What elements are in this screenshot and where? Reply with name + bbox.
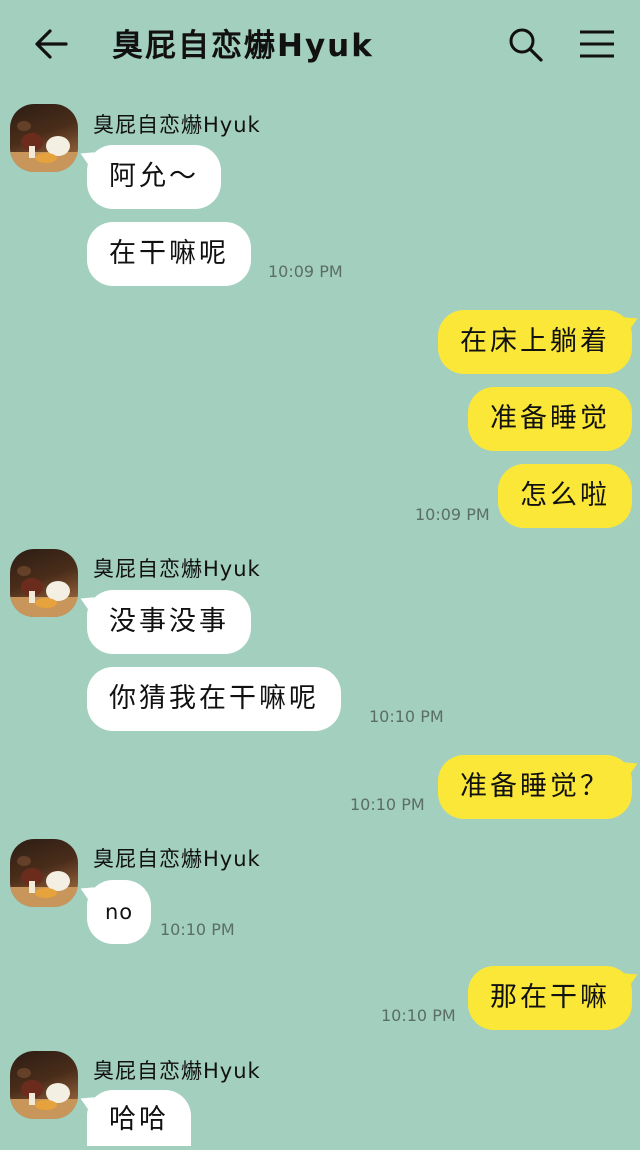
avatar[interactable] — [10, 839, 78, 907]
message-time: 10:09 PM — [268, 262, 343, 281]
chat-header: 臭屁自恋爀Hyuk — [0, 0, 640, 88]
menu-icon[interactable] — [576, 26, 618, 62]
message-time: 10:10 PM — [350, 795, 425, 814]
message-time: 10:09 PM — [415, 505, 490, 524]
message-bubble[interactable]: 你猜我在干嘛呢 — [87, 667, 341, 731]
sender-name: 臭屁自恋爀Hyuk — [93, 847, 261, 871]
sender-name: 臭屁自恋爀Hyuk — [93, 1059, 261, 1083]
avatar[interactable] — [10, 549, 78, 617]
sender-name: 臭屁自恋爀Hyuk — [93, 113, 261, 137]
message-bubble[interactable]: 哈哈 — [87, 1090, 191, 1146]
avatar[interactable] — [10, 1051, 78, 1119]
chat-title: 臭屁自恋爀Hyuk — [112, 28, 374, 64]
message-bubble[interactable]: 准备睡觉 — [468, 387, 632, 451]
message-bubble[interactable]: no — [87, 880, 152, 944]
message-time: 10:10 PM — [381, 1006, 456, 1025]
message-bubble[interactable]: 阿允～ — [87, 145, 221, 209]
message-bubble[interactable]: 在干嘛呢 — [87, 222, 251, 286]
message-bubble[interactable]: 没事没事 — [87, 590, 251, 654]
avatar[interactable] — [10, 104, 78, 172]
message-bubble[interactable]: 准备睡觉？ — [438, 755, 632, 819]
sender-name: 臭屁自恋爀Hyuk — [93, 557, 261, 581]
message-bubble[interactable]: 怎么啦 — [498, 464, 632, 528]
back-arrow-icon[interactable] — [30, 22, 74, 66]
search-icon[interactable] — [505, 24, 545, 64]
message-bubble[interactable]: 在床上躺着 — [438, 310, 632, 374]
message-bubble[interactable]: 那在干嘛 — [468, 966, 632, 1030]
message-time: 10:10 PM — [369, 707, 444, 726]
message-time: 10:10 PM — [160, 920, 235, 939]
